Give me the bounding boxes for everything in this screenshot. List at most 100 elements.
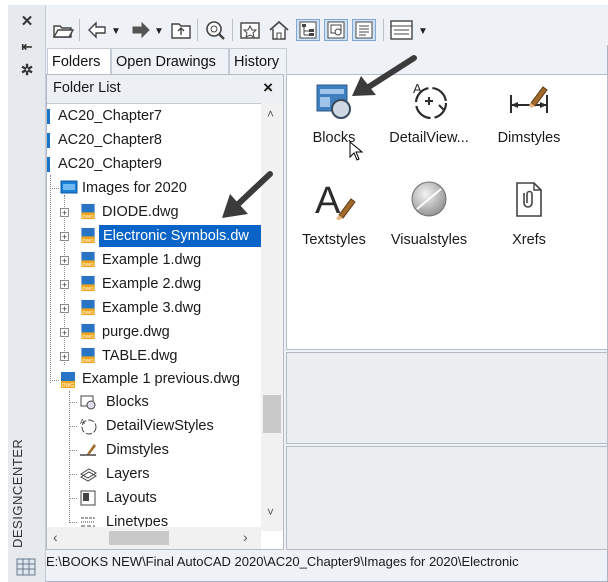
tree-item-dwg[interactable]: purge.dwg — [102, 321, 170, 343]
expand-icon[interactable]: + — [60, 208, 69, 218]
folder-list-title: Folder List — [53, 80, 121, 96]
forward-icon[interactable] — [130, 19, 152, 41]
content-item-label: DetailView... — [389, 130, 469, 146]
tree-item-dimstyles[interactable]: Dimstyles — [106, 439, 169, 461]
content-item-xrefs[interactable]: Xrefs — [484, 177, 574, 257]
tab-folders[interactable]: Folders — [47, 48, 111, 74]
tree-item-dwg[interactable]: Example 2.dwg — [102, 273, 201, 295]
status-bar-path: E:\BOOKS NEW\Final AutoCAD 2020\AC20_Cha… — [46, 554, 519, 569]
xrefs-icon — [516, 182, 542, 217]
palette-grid-icon — [16, 558, 36, 576]
scroll-right-icon[interactable]: › — [243, 529, 248, 545]
content-item-label: Blocks — [312, 130, 356, 146]
tree-hscroll-thumb[interactable] — [109, 531, 169, 545]
svg-text:DWG: DWG — [82, 310, 94, 316]
content-item-label: Dimstyles — [497, 130, 561, 146]
palette-title: DESIGNCENTER — [10, 438, 25, 548]
layers-icon — [80, 468, 97, 482]
textstyles-icon: A — [315, 180, 356, 221]
expand-icon[interactable]: + — [60, 280, 69, 290]
expand-icon[interactable]: + — [60, 304, 69, 314]
layouts-icon — [80, 490, 96, 506]
svg-text:DWG: DWG — [82, 334, 94, 340]
close-icon[interactable]: ✕ — [18, 13, 36, 31]
content-item-visualstyles[interactable]: Visualstyles — [384, 177, 474, 257]
preview-pane — [286, 352, 608, 444]
tree-item-dwg[interactable]: Example 3.dwg — [102, 297, 201, 319]
expand-icon[interactable]: + — [60, 256, 69, 266]
favorites-icon[interactable] — [239, 19, 261, 41]
dwg-file-icon: DWG — [61, 372, 75, 389]
detail-view-icon: A — [413, 81, 448, 120]
tree-item-ac20-chapter9[interactable]: AC20_Chapter9 — [58, 153, 162, 175]
blocks-icon — [316, 84, 351, 119]
views-dropdown-icon[interactable]: ▼ — [418, 26, 428, 37]
content-item-dimstyles[interactable]: Dimstyles — [484, 79, 574, 159]
preview-toggle-button[interactable] — [324, 19, 348, 41]
tree-item-images-for-2020[interactable]: Images for 2020 — [82, 177, 187, 199]
tree-item-dwg[interactable]: Electronic Symbols.dw — [99, 225, 262, 247]
tree-view-icon — [299, 21, 317, 39]
properties-icon[interactable]: ✲ — [18, 62, 36, 80]
folder-tree-pane: Folder List × AC20_Chapter7 AC20_Chapter… — [46, 74, 284, 550]
tab-open-drawings[interactable]: Open Drawings — [111, 48, 229, 74]
content-item-textstyles[interactable]: A Textstyles — [289, 177, 379, 257]
tree-view-toggle-button[interactable] — [296, 19, 320, 41]
dimstyles-icon — [510, 86, 548, 113]
tree-vertical-scrollbar[interactable]: ˄ ˅ — [261, 103, 283, 531]
views-icon[interactable] — [390, 19, 414, 41]
dwg-file-icon: DWG — [81, 275, 95, 292]
folder-open-icon — [60, 180, 78, 194]
tree-item-dwg[interactable]: DIODE.dwg — [102, 201, 179, 223]
forward-dropdown-icon[interactable]: ▼ — [154, 26, 164, 37]
tree-horizontal-scrollbar[interactable]: ‹ › — [47, 527, 261, 549]
description-pane — [286, 446, 608, 550]
content-item-blocks[interactable]: Blocks — [289, 79, 379, 161]
scroll-up-icon[interactable]: ˄ — [267, 107, 274, 121]
content-item-label: Textstyles — [302, 232, 366, 248]
up-folder-icon[interactable] — [170, 19, 192, 41]
auto-hide-icon[interactable]: ⇤ — [18, 38, 36, 56]
tree-item-ac20-chapter7[interactable]: AC20_Chapter7 — [58, 105, 162, 127]
svg-text:DWG: DWG — [62, 383, 74, 389]
palette-title-strip: ✕ ⇤ ✲ DESIGNCENTER — [8, 5, 46, 582]
content-item-label: Xrefs — [512, 232, 546, 248]
tree-item-dwg[interactable]: TABLE.dwg — [102, 345, 178, 367]
detail-view-icon: A — [80, 419, 97, 435]
tree-scroll-thumb[interactable] — [263, 395, 281, 433]
svg-text:DWG: DWG — [82, 214, 94, 220]
dwg-file-icon: DWG — [81, 347, 95, 364]
tree-item-blocks[interactable]: Blocks — [106, 391, 149, 413]
svg-text:DWG: DWG — [82, 358, 94, 364]
back-dropdown-icon[interactable]: ▼ — [111, 26, 121, 37]
description-toggle-button[interactable] — [352, 19, 376, 41]
blocks-icon — [80, 395, 96, 410]
back-icon[interactable] — [86, 19, 108, 41]
close-folder-list-icon[interactable]: × — [263, 78, 273, 98]
expand-icon[interactable]: + — [60, 352, 69, 362]
scroll-down-icon[interactable]: ˅ — [267, 505, 274, 519]
tab-history[interactable]: History — [229, 48, 287, 74]
dwg-file-icon: DWG — [81, 203, 95, 220]
tree-item-example-1-previous[interactable]: Example 1 previous.dwg — [82, 368, 240, 390]
dwg-file-icon: DWG — [81, 299, 95, 316]
load-icon[interactable] — [52, 19, 74, 41]
dwg-file-icon: DWG — [81, 323, 95, 340]
content-item-detailviewstyles[interactable]: A DetailView... — [384, 79, 474, 159]
svg-text:A: A — [80, 419, 85, 426]
scroll-left-icon[interactable]: ‹ — [53, 529, 58, 545]
search-icon[interactable] — [204, 19, 226, 41]
svg-text:A: A — [315, 180, 341, 221]
svg-text:DWG: DWG — [82, 286, 94, 292]
expand-icon[interactable]: + — [60, 328, 69, 338]
tree-item-dwg[interactable]: Example 1.dwg — [102, 249, 201, 271]
tree-item-ac20-chapter8[interactable]: AC20_Chapter8 — [58, 129, 162, 151]
tree-item-layers[interactable]: Layers — [106, 463, 150, 485]
home-icon[interactable] — [268, 19, 290, 41]
tree-item-layouts[interactable]: Layouts — [106, 487, 157, 509]
mouse-cursor-icon — [349, 141, 363, 161]
content-item-label: Visualstyles — [390, 232, 468, 248]
folder-list-header: Folder List × — [47, 75, 283, 104]
tree-item-detail-view[interactable]: DetailViewStyles — [106, 415, 214, 437]
expand-icon[interactable]: + — [60, 232, 69, 242]
